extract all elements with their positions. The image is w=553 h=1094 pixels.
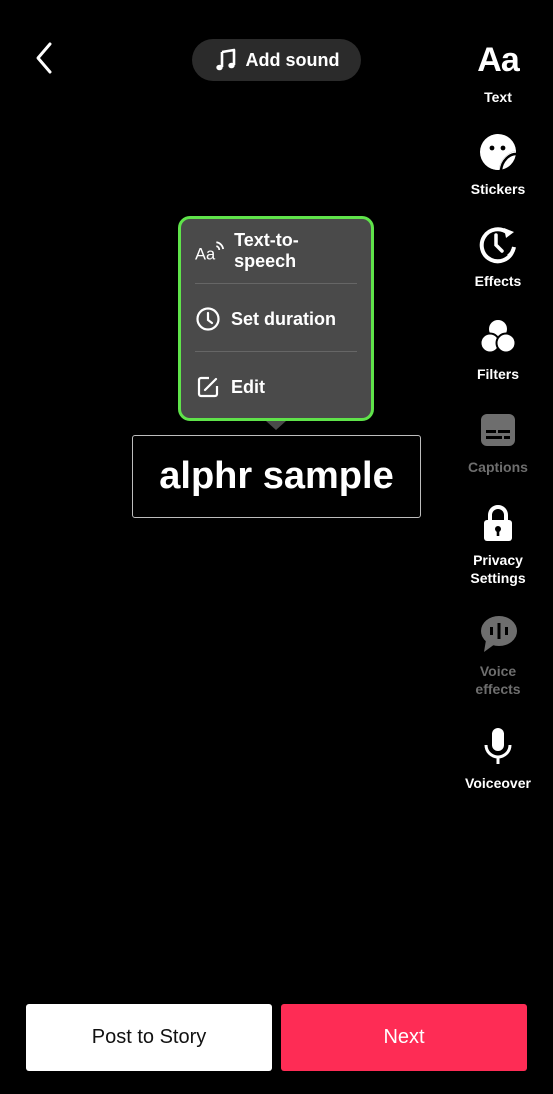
post-to-story-button[interactable]: Post to Story xyxy=(26,1004,272,1071)
menu-divider xyxy=(195,283,357,284)
popup-pointer xyxy=(266,421,286,430)
sidebar-item-voiceover[interactable]: Voiceover xyxy=(443,724,553,792)
sidebar-item-label: Captions xyxy=(468,459,528,475)
sidebar-item-label: effects xyxy=(475,681,521,697)
sidebar-item-label: Privacy xyxy=(473,552,523,568)
add-sound-label: Add sound xyxy=(245,49,340,70)
voice-effects-icon xyxy=(476,612,520,656)
sidebar-item-privacy-settings[interactable]: Privacy Settings xyxy=(443,501,553,587)
menu-item-set-duration[interactable]: Set duration xyxy=(195,295,357,343)
edit-icon xyxy=(197,376,219,398)
sidebar-item-label: Voiceover xyxy=(465,775,531,791)
filters-circles-icon xyxy=(476,315,520,359)
sidebar-item-text[interactable]: Aa Text xyxy=(443,38,553,106)
sidebar-item-filters[interactable]: Filters xyxy=(443,315,553,383)
menu-item-label: Set duration xyxy=(231,308,337,329)
text-aa-icon: Aa xyxy=(477,41,519,79)
sidebar-item-label: Effects xyxy=(474,273,522,289)
clock-icon xyxy=(196,307,220,331)
text-options-popup: Aa Text-to-speech Set duration Edit xyxy=(178,216,374,421)
microphone-icon xyxy=(476,724,520,768)
text-overlay-content: alphr sample xyxy=(159,455,394,497)
music-note-icon xyxy=(215,48,235,71)
lock-icon xyxy=(476,501,520,545)
menu-item-text-to-speech[interactable]: Aa Text-to-speech xyxy=(195,227,357,275)
sidebar-item-label: Text xyxy=(484,89,512,105)
chevron-left-icon xyxy=(36,42,52,74)
captions-icon xyxy=(476,408,520,452)
back-button[interactable] xyxy=(28,38,64,78)
sidebar-item-label: Voice xyxy=(479,663,517,679)
text-to-speech-icon: Aa xyxy=(195,241,225,263)
add-sound-button[interactable]: Add sound xyxy=(192,39,361,81)
menu-divider xyxy=(195,351,357,352)
sidebar-item-label: Filters xyxy=(476,366,519,382)
sidebar-item-label: Settings xyxy=(470,570,526,586)
next-button[interactable]: Next xyxy=(281,1004,527,1071)
menu-item-edit[interactable]: Edit xyxy=(195,363,357,411)
menu-item-label: Text-to-speech xyxy=(234,230,299,271)
sidebar-item-label: Stickers xyxy=(470,181,526,197)
sticker-icon xyxy=(476,130,520,174)
menu-item-label: Edit xyxy=(231,376,265,397)
effects-timer-icon xyxy=(476,222,520,266)
text-overlay[interactable]: alphr sample xyxy=(132,435,421,518)
sidebar-item-captions[interactable]: Captions xyxy=(443,408,553,476)
svg-text:Aa: Aa xyxy=(195,246,216,263)
sidebar-item-effects[interactable]: Effects xyxy=(443,222,553,290)
sidebar-item-stickers[interactable]: Stickers xyxy=(443,130,553,198)
sidebar-item-voice-effects[interactable]: Voice effects xyxy=(443,612,553,698)
